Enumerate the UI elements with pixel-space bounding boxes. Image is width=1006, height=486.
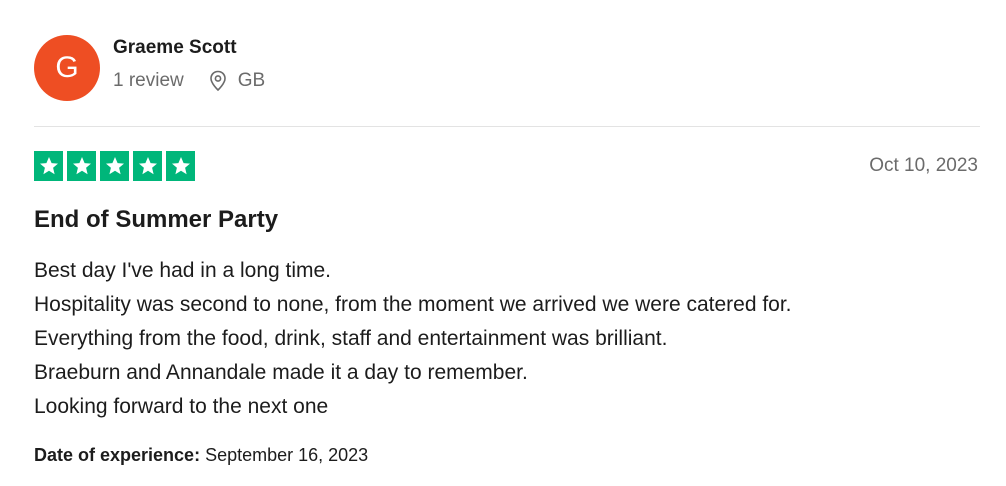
star-icon: [34, 151, 63, 181]
review-line: Hospitality was second to none, from the…: [34, 293, 792, 316]
review-count: 1 review: [113, 69, 184, 91]
star-icon: [100, 151, 129, 181]
reviewer-info: Graeme Scott 1 review GB: [113, 37, 265, 92]
experience-date: September 16, 2023: [205, 445, 369, 465]
reviewer-country: GB: [237, 69, 266, 91]
review-line: Braeburn and Annandale made it a day to …: [34, 361, 528, 384]
review-line: Everything from the food, drink, staff a…: [34, 327, 668, 350]
reviewer-name[interactable]: Graeme Scott: [113, 37, 265, 59]
reviewer-header: G Graeme Scott 1 review GB: [34, 34, 265, 102]
star-icon: [166, 151, 195, 181]
date-of-experience: Date of experience: September 16, 2023: [34, 445, 368, 466]
star-rating: [34, 151, 195, 181]
star-icon: [67, 151, 96, 181]
divider: [34, 126, 980, 127]
review-line: Best day I've had in a long time.: [34, 259, 332, 282]
review-date: Oct 10, 2023: [869, 155, 978, 176]
location-pin-icon: [208, 70, 228, 92]
review-body: Best day I've had in a long time. Hospit…: [34, 254, 792, 424]
review-line: Looking forward to the next one: [34, 395, 329, 418]
reviewer-meta: 1 review GB: [113, 70, 265, 92]
review-title[interactable]: End of Summer Party: [34, 206, 278, 234]
star-icon: [133, 151, 162, 181]
experience-label: Date of experience:: [34, 445, 201, 465]
avatar[interactable]: G: [34, 35, 100, 101]
review-card: G Graeme Scott 1 review GB Oct 10, 2023 …: [0, 0, 1006, 486]
